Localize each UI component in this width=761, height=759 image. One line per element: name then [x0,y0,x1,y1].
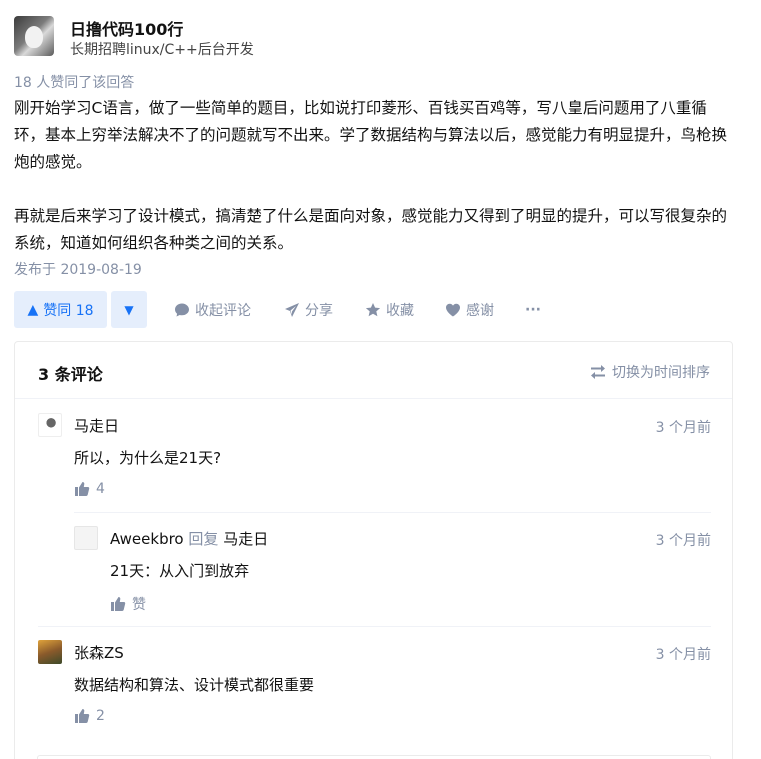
answer-content: 刚开始学习C语言，做了一些简单的题目，比如说打印菱形、百钱买百鸡等，写八皇后问题… [14,95,734,284]
reply-word: 回复 [188,530,219,548]
commenter-avatar[interactable] [38,640,62,664]
triangle-up-icon: ▲ [27,301,39,318]
comment-time: 3 个月前 [655,533,711,549]
more-options-button[interactable]: ··· [525,291,541,328]
comments-header: 3 条评论 切换为时间排序 [15,342,732,399]
comment-item: 张森ZS 3 个月前 数据结构和算法、设计模式都很重要 2 [38,640,711,740]
sort-toggle-label: 切换为时间排序 [612,365,710,381]
paper-plane-icon [285,302,299,317]
comment-divider [74,512,711,513]
thanks-label: 感谢 [466,302,494,319]
commenter-name[interactable]: 马走日 [74,415,119,436]
publish-date[interactable]: 发布于 2019-08-19 [14,259,142,279]
comment-text: 所以，为什么是21天? [74,449,222,467]
upvote-info[interactable]: 18 人赞同了该回答 [14,72,134,92]
commenter-name: Aweekbro 回复 马走日 [110,528,268,549]
star-icon [365,302,381,316]
comment-like-button[interactable]: 4 [74,481,105,497]
swap-icon [591,365,605,379]
comment-text: 数据结构和算法、设计模式都很重要 [74,676,315,694]
vote-down-button[interactable]: ▼ [111,291,147,328]
comment-item: 马走日 3 个月前 所以，为什么是21天? 4 [38,413,711,513]
triangle-down-icon: ▼ [124,302,134,317]
comment-like-count: 2 [96,708,105,724]
commenter-avatar[interactable] [38,413,62,437]
thanks-button[interactable]: 感谢 [445,291,494,328]
collapse-comments-button[interactable]: 收起评论 [174,291,251,328]
commenter-name[interactable]: 张森ZS [74,642,124,663]
comment-input-box[interactable] [37,755,711,759]
thumbs-up-icon [75,482,90,496]
action-bar: ▲ 赞同 18 ▼ 收起评论 分享 收藏 感谢 ··· [14,291,734,328]
thumbs-up-icon [75,709,90,723]
comment-divider [38,626,711,627]
reply-author-name[interactable]: Aweekbro [110,530,184,548]
comment-like-label: 赞 [132,597,146,613]
collapse-comments-label: 收起评论 [195,302,251,319]
comment-time: 3 个月前 [655,420,711,436]
comment-like-button[interactable]: 2 [74,708,105,724]
share-label: 分享 [305,302,333,319]
author-avatar[interactable] [14,16,54,56]
content-paragraph: 刚开始学习C语言，做了一些简单的题目，比如说打印菱形、百钱买百鸡等，写八皇后问题… [14,99,728,171]
vote-up-label: 赞同 18 [43,302,94,319]
comment-bubble-icon [175,303,189,316]
more-icon: ··· [525,301,541,318]
comments-count: 3 条评论 [38,365,103,384]
thumbs-up-icon [111,597,126,611]
comment-like-count: 4 [96,481,105,497]
author-bio: 长期招聘linux/C++后台开发 [70,42,254,58]
favorite-label: 收藏 [386,302,414,319]
comment-like-button[interactable]: 赞 [110,594,146,614]
share-button[interactable]: 分享 [284,291,333,328]
comment-text: 21天：从入门到放弃 [110,562,250,580]
comment-reply-item: Aweekbro 回复 马走日 3 个月前 21天：从入门到放弃 赞 [74,526,711,626]
vote-up-button[interactable]: ▲ 赞同 18 [14,291,107,328]
heart-icon [446,303,460,316]
comment-time: 3 个月前 [655,647,711,663]
commenter-avatar[interactable] [74,526,98,550]
comments-panel: 3 条评论 切换为时间排序 马走日 3 个月前 所以，为什么是21天? 4 Aw… [14,341,733,759]
author-name[interactable]: 日撸代码100行 [70,16,183,40]
sort-toggle-button[interactable]: 切换为时间排序 [590,362,710,382]
reply-target-name[interactable]: 马走日 [223,530,268,548]
favorite-button[interactable]: 收藏 [365,291,414,328]
content-paragraph: 再就是后来学习了设计模式，搞清楚了什么是面向对象，感觉能力又得到了明显的提升，可… [14,207,728,252]
answer-card: 日撸代码100行 长期招聘linux/C++后台开发 18 人赞同了该回答 刚开… [0,0,761,759]
